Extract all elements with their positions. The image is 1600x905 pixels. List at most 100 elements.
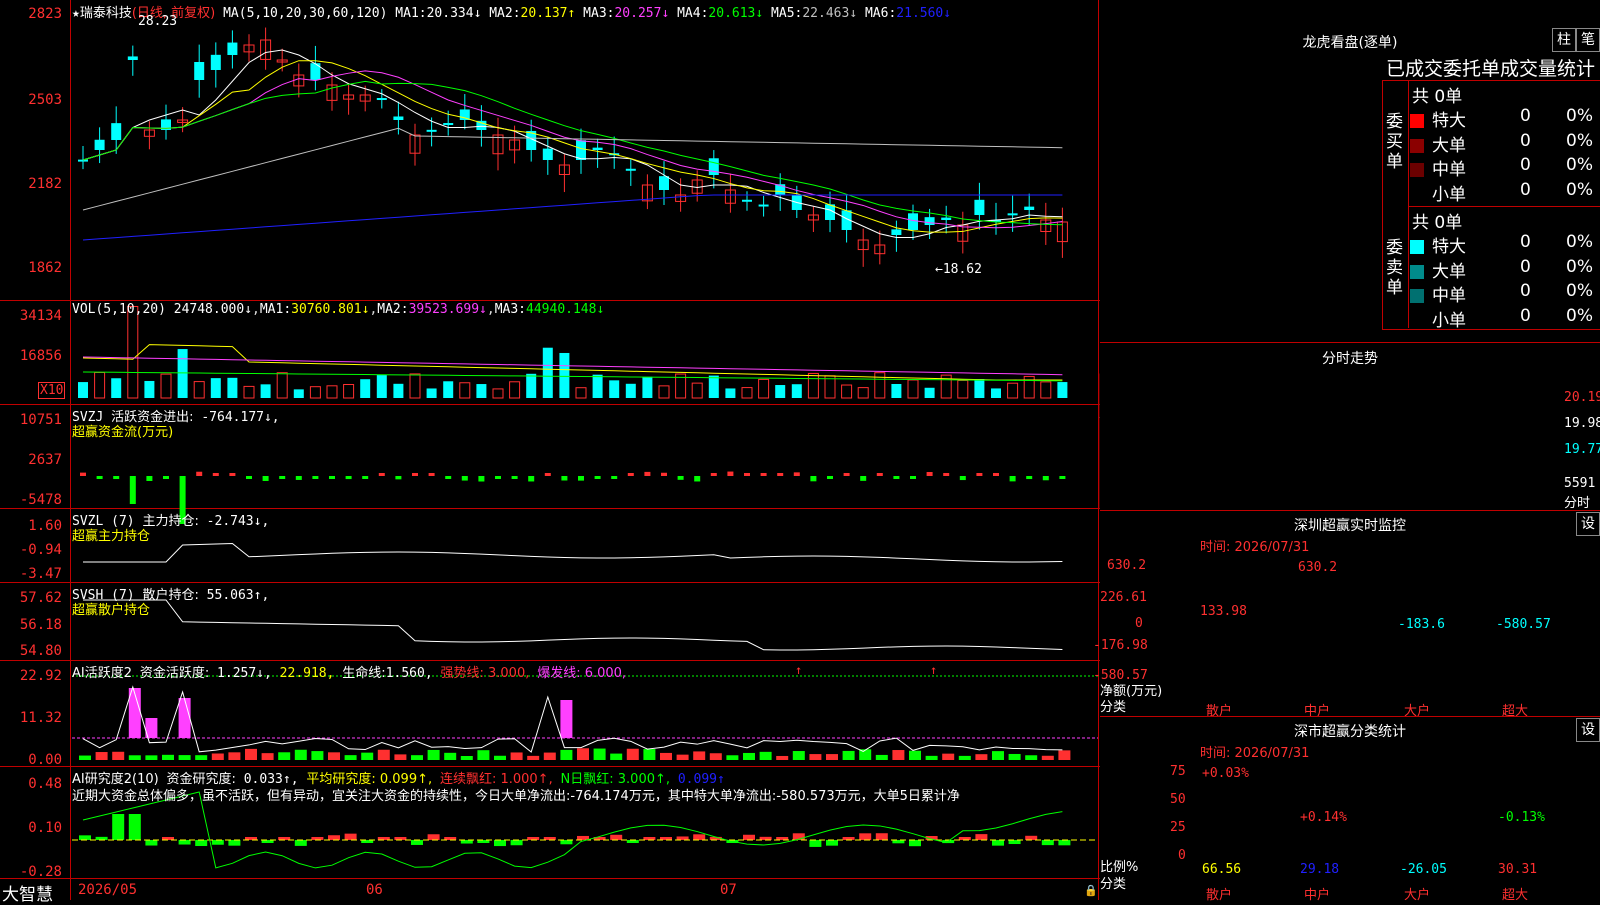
class-category: 中户 [1304,888,1331,903]
order-row: 中单 0 0% [1410,155,1600,180]
ai-research-text: 近期大资金总体偏多，虽不活跃，但有异动，宜关注大资金的持续性，今日大单净流出:-… [72,789,960,804]
color-swatch [1410,289,1424,303]
activity-bar [311,751,324,760]
activity-bar [743,752,755,760]
activity-bar [377,749,390,760]
research-bar [1041,840,1054,846]
activity-bar [328,752,340,760]
activity-bar [975,754,988,760]
fund-flow-bar [279,476,286,479]
ma-line [82,49,1063,238]
monitor-settings-button[interactable]: 设 [1576,512,1600,536]
volume-bar [409,373,421,399]
arrow-marker: ↑ [795,663,802,677]
fund-flow-bar [843,473,850,476]
fund-flow-bar [378,473,385,476]
class-settings-button[interactable]: 设 [1576,718,1600,742]
svzj-subtitle: 超赢资金流(万元) [72,425,174,440]
bar-mode-button[interactable]: 柱 [1552,28,1576,52]
fund-flow-bar [262,476,269,481]
color-swatch [1410,163,1424,177]
volume-bar [326,385,338,399]
research-bar [875,833,888,840]
candle-body [111,123,122,140]
high-price-mark: 28.23 [138,14,178,29]
activity-bar [112,751,125,760]
activity-bar [195,755,208,760]
volume-bar [144,380,155,398]
activity-bar [145,755,158,760]
candle-body [542,148,553,160]
stock-name[interactable]: 瑞泰科技 [80,6,132,21]
fenshi-axis-label: 19.77 [1564,442,1600,457]
activity-bar [726,755,739,760]
activity-bar [577,748,589,760]
ma-line [82,80,1063,226]
ai-activity-header: AI活跃度2 资金活跃度: 1.257↓, 22.918, 生命线:1.560,… [72,666,627,681]
activity-bar [411,755,423,760]
class-bar-value: 30.31 [1498,862,1538,877]
volume-bar [725,388,736,398]
fund-flow-bar [428,473,435,476]
candle-body [376,98,387,101]
svsh-subtitle: 超赢散户持仓 [72,603,151,618]
volume-bar [791,384,802,398]
order-row: 特大 0 0% [1410,106,1600,131]
volume-bar [94,371,106,399]
brand-logo: 大智慧 [2,885,53,905]
volume-unit-badge[interactable]: X10 [38,382,66,399]
price-axis-label: 1862 [28,260,62,276]
volume-ma-line [82,344,1063,381]
lock-icon[interactable]: 🔒 [1084,884,1098,897]
candle-body [127,56,138,60]
main-position-line [83,542,1063,563]
volume-bar [991,388,1001,398]
activity-bar [128,755,141,760]
tick-mode-button[interactable]: 笔 [1576,28,1600,52]
fund-flow-bar [860,476,867,481]
fund-flow-bar [793,472,800,476]
fenshi-title: 分时走势 [1322,351,1378,367]
research-bar [693,834,706,840]
research-bar [1008,840,1021,845]
ai2-axis-label: 0.10 [28,820,62,836]
svsh-axis-label: 54.80 [19,643,62,659]
order-row: 大单 0 0% [1410,257,1600,282]
volume-bar [526,373,537,398]
volume-bar [78,382,88,398]
candle-body [1024,206,1035,210]
fund-flow-bar [129,476,136,504]
activity-bar [593,748,606,760]
star-icon: ★ [72,6,80,21]
volume-bar [974,379,985,398]
fund-flow-bar [727,471,734,476]
volume-bar [111,378,122,398]
volume-bar [592,374,603,398]
class-category: 大户 [1404,888,1431,903]
research-bar [560,840,573,845]
volume-bar [924,387,935,398]
ma-value-3: MA3:20.257↓ [583,6,670,21]
candle-body [426,129,437,132]
volume-bar [891,383,902,398]
volume-bar [775,385,786,398]
research-bar [610,834,623,840]
activity-bar [676,754,689,760]
volume-bar [741,387,753,399]
volume-bar [708,375,719,398]
svzl-axis-label: -0.94 [19,542,62,558]
class-axis-label: 0 [1178,848,1186,863]
fund-flow-bar [445,476,452,479]
fund-flow-bar [561,476,568,481]
volume-bar [426,388,437,398]
volume-ma-line [82,356,1063,376]
svsh-axis-label: 57.62 [19,590,62,606]
candle-body [94,139,105,150]
volume-bar [841,384,853,399]
activity-bar [826,754,838,760]
volume-bar [343,384,355,399]
k-line-chart[interactable]: ↑ ↑ [0,0,1100,900]
candle-body [891,229,902,235]
fund-flow-bar [246,476,252,479]
activity-bar [510,752,523,760]
